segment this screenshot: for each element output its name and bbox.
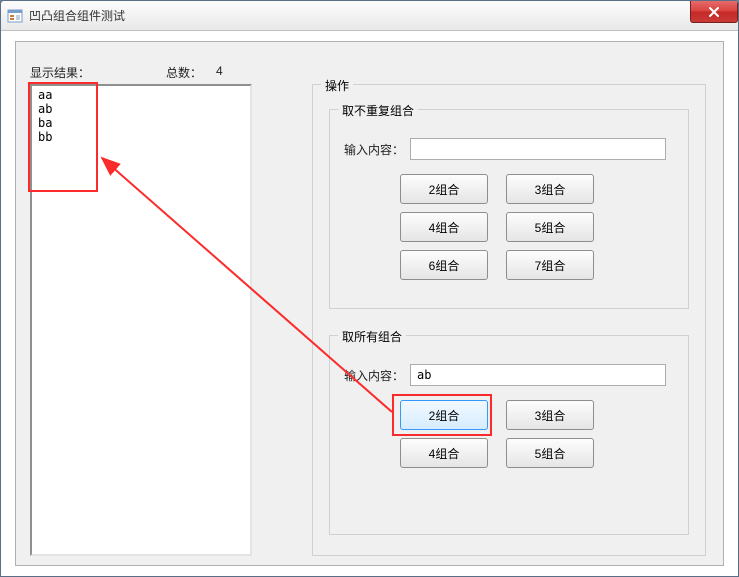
total-value: 4 — [216, 64, 223, 78]
client-area: 显示结果： 总数： 4 aa ab ba bb 操作 取不重复组合 输入内容： … — [15, 41, 724, 566]
unique-combo-button-6[interactable]: 6组合 — [400, 250, 488, 280]
results-listbox[interactable]: aa ab ba bb — [30, 84, 252, 556]
group-operation-title: 操作 — [321, 77, 353, 94]
all-input-row: 输入内容： — [344, 364, 666, 386]
group-all: 取所有组合 输入内容： 2组合3组合4组合5组合 — [329, 335, 689, 535]
all-button-grid: 2组合 3组合 4组合 5组合 — [400, 400, 594, 468]
all-input[interactable] — [410, 364, 666, 386]
group-all-title: 取所有组合 — [338, 328, 406, 345]
unique-combo-button-3[interactable]: 3组合 — [506, 174, 594, 204]
group-operation: 操作 取不重复组合 输入内容： 2组合3组合4组合5组合6组合7组合 取所有组合… — [312, 84, 706, 556]
unique-combo-button-4[interactable]: 4组合 — [400, 212, 488, 242]
total-label: 总数： — [166, 64, 202, 81]
unique-combo-button-7[interactable]: 7组合 — [506, 250, 594, 280]
close-icon — [708, 7, 720, 17]
unique-input[interactable] — [410, 138, 666, 160]
unique-combo-button-2[interactable]: 2组合 — [400, 174, 488, 204]
unique-input-label: 输入内容： — [344, 141, 404, 158]
group-unique-title: 取不重复组合 — [338, 102, 418, 119]
group-unique: 取不重复组合 输入内容： 2组合3组合4组合5组合6组合7组合 — [329, 109, 689, 309]
main-window: 凹凸组合组件测试 显示结果： 总数： 4 aa ab ba bb 操作 取不重复… — [0, 0, 739, 577]
all-combo-button-4[interactable]: 4组合 — [400, 438, 488, 468]
close-button[interactable] — [690, 1, 738, 23]
all-combo-button-3[interactable]: 3组合 — [506, 400, 594, 430]
unique-input-row: 输入内容： — [344, 138, 666, 160]
titlebar: 凹凸组合组件测试 — [1, 1, 738, 31]
result-label: 显示结果： — [30, 64, 90, 81]
app-icon — [7, 8, 23, 24]
window-title: 凹凸组合组件测试 — [29, 7, 125, 24]
unique-combo-button-5[interactable]: 5组合 — [506, 212, 594, 242]
unique-button-grid: 2组合 3组合 4组合 5组合 6组合 7组合 — [400, 174, 594, 280]
all-combo-button-5[interactable]: 5组合 — [506, 438, 594, 468]
all-combo-button-2[interactable]: 2组合 — [400, 400, 488, 430]
all-input-label: 输入内容： — [344, 367, 404, 384]
